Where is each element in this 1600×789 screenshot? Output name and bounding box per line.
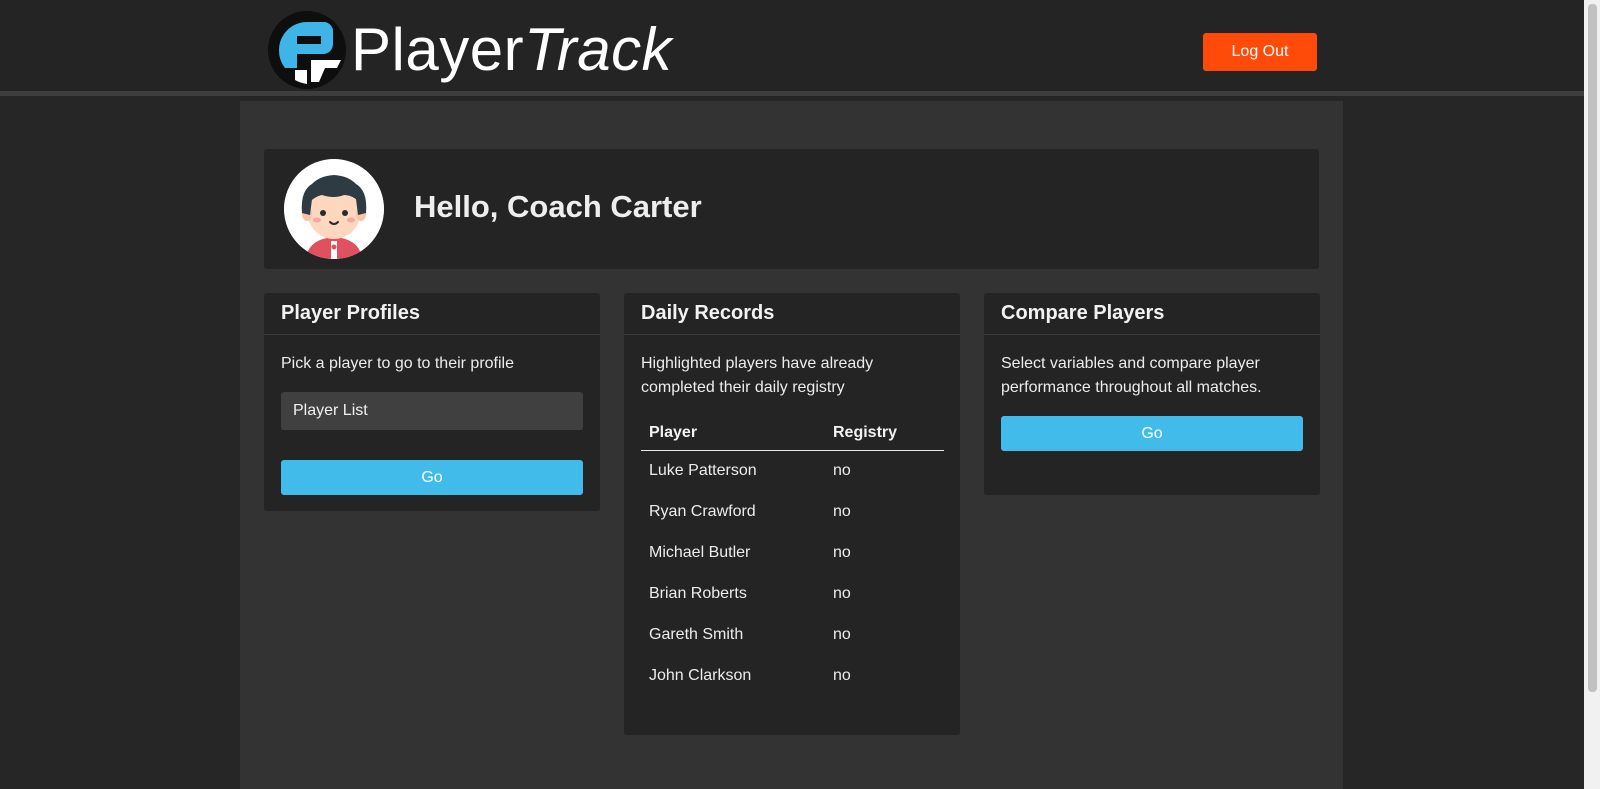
- player-name: Gareth Smith: [649, 625, 744, 643]
- player-profiles-panel: Player Profiles Pick a player to go to t…: [264, 293, 600, 511]
- daily-records-description: Highlighted players have already complet…: [641, 355, 874, 396]
- player-list-select[interactable]: Player List: [281, 392, 583, 430]
- coach-avatar-icon: [284, 159, 384, 259]
- greeting-card: Hello, Coach Carter: [264, 149, 1319, 269]
- table-row[interactable]: Luke Patterson no: [641, 450, 944, 491]
- player-profiles-title: Player Profiles: [264, 293, 600, 335]
- registry-status: no: [833, 584, 851, 602]
- player-name: John Clarkson: [649, 666, 752, 684]
- app-title-plain: Player: [351, 16, 525, 83]
- greeting-title: Hello, Coach Carter: [414, 189, 702, 224]
- player-profiles-description: Pick a player to go to their profile: [281, 355, 515, 372]
- player-name: Ryan Crawford: [649, 502, 756, 520]
- column-header-registry: Registry: [825, 416, 944, 451]
- compare-players-title: Compare Players: [984, 293, 1320, 335]
- table-row[interactable]: John Clarkson no: [641, 655, 944, 696]
- player-name: Luke Patterson: [649, 461, 757, 479]
- playertrack-logo-icon: [268, 11, 346, 89]
- avatar: [284, 159, 384, 259]
- daily-records-title: Daily Records: [624, 293, 960, 335]
- table-row[interactable]: Michael Butler no: [641, 532, 944, 573]
- app-logo[interactable]: PlayerTrack: [267, 10, 672, 90]
- main-content: Hello, Coach Carter Player Profiles Pick…: [240, 101, 1343, 789]
- registry-status: no: [833, 666, 851, 684]
- app-title: PlayerTrack: [351, 20, 672, 80]
- registry-status: no: [833, 461, 851, 479]
- registry-status: no: [833, 625, 851, 643]
- vertical-scrollbar[interactable]: [1584, 0, 1600, 789]
- compare-players-go-button[interactable]: Go: [1001, 416, 1303, 451]
- registry-status: no: [833, 543, 851, 561]
- compare-players-description: Select variables and compare player perf…: [1001, 355, 1262, 396]
- table-header-row: Player Registry: [641, 416, 944, 451]
- compare-players-panel: Compare Players Select variables and com…: [984, 293, 1320, 495]
- table-row[interactable]: Brian Roberts no: [641, 573, 944, 614]
- registry-status: no: [833, 502, 851, 520]
- top-header: PlayerTrack Log Out: [0, 0, 1584, 96]
- player-profiles-go-button[interactable]: Go: [281, 460, 583, 495]
- app-title-italic: Track: [524, 16, 673, 83]
- table-row[interactable]: Ryan Crawford no: [641, 491, 944, 532]
- daily-records-panel: Daily Records Highlighted players have a…: [624, 293, 960, 735]
- player-name: Brian Roberts: [649, 584, 747, 602]
- logout-button[interactable]: Log Out: [1203, 33, 1317, 71]
- daily-records-table: Player Registry Luke Patterson no Ryan Cr…: [641, 416, 944, 696]
- column-header-player: Player: [641, 416, 825, 451]
- scrollbar-thumb[interactable]: [1588, 4, 1597, 692]
- table-row[interactable]: Gareth Smith no: [641, 614, 944, 655]
- player-name: Michael Butler: [649, 543, 751, 561]
